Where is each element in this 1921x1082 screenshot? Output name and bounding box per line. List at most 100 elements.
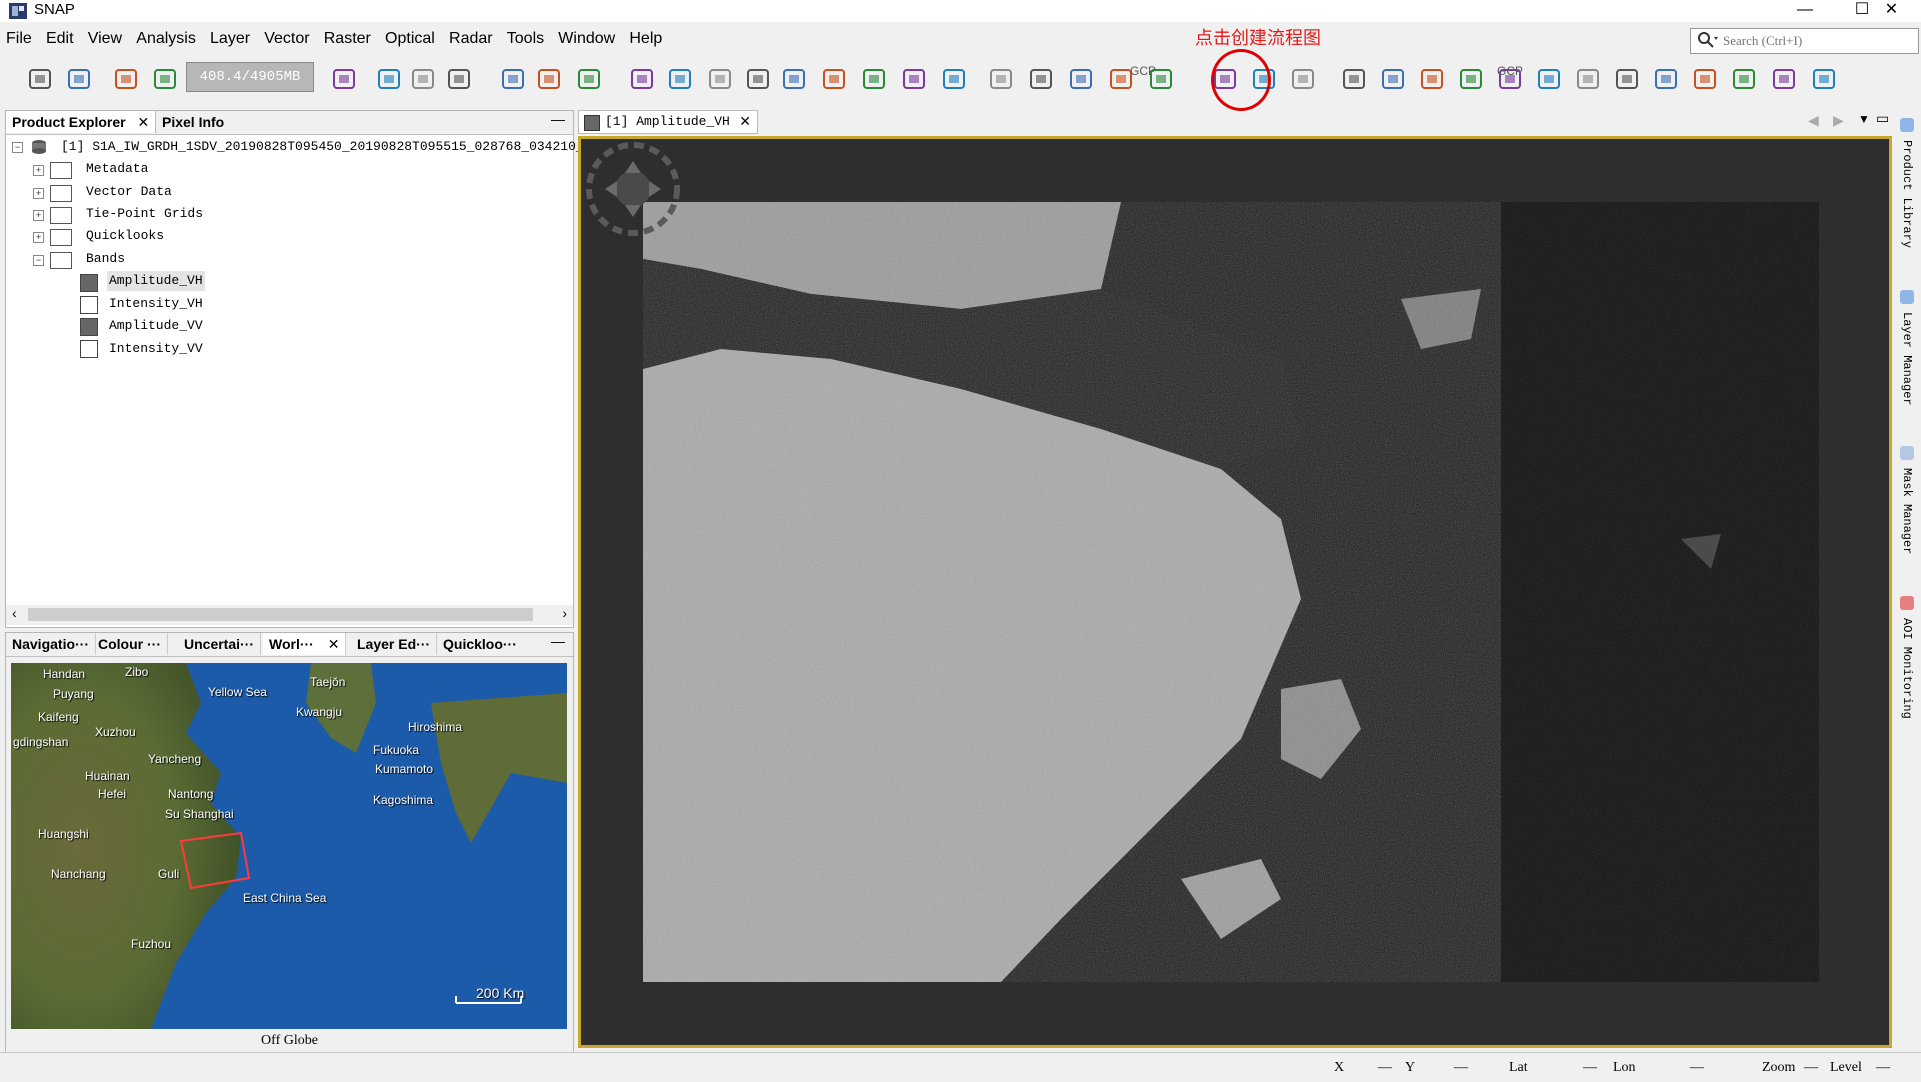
search-box[interactable] bbox=[1690, 28, 1919, 54]
map-place-label: Taejŏn bbox=[310, 675, 346, 689]
menu-radar[interactable]: Radar bbox=[449, 30, 493, 47]
menu-layer[interactable]: Layer bbox=[210, 30, 250, 47]
scroll-right-icon[interactable]: ▶ bbox=[1833, 112, 1844, 129]
product-node[interactable]: [1] S1A_IW_GRDH_1SDV_20190828T095450_201… bbox=[61, 137, 592, 157]
scrollbar-thumb[interactable] bbox=[28, 608, 533, 621]
menu-view[interactable]: View bbox=[88, 30, 122, 47]
information-icon[interactable] bbox=[900, 66, 928, 92]
expand-icon[interactable]: + bbox=[33, 210, 44, 221]
import-icon[interactable] bbox=[375, 66, 403, 92]
tree-item-band[interactable]: Amplitude_VV bbox=[109, 316, 203, 336]
pin-manager-icon[interactable] bbox=[1067, 66, 1095, 92]
close-icon[interactable]: ✕ bbox=[739, 113, 751, 130]
tab-layer-editor[interactable]: Layer Ed··· bbox=[351, 633, 438, 655]
range-finder-icon[interactable] bbox=[628, 66, 656, 92]
band-maths-icon[interactable] bbox=[445, 66, 473, 92]
menu-optical[interactable]: Optical bbox=[385, 30, 435, 47]
ellipse-tool-icon[interactable] bbox=[1691, 66, 1719, 92]
side-tab-layer-manager[interactable]: Layer Manager bbox=[1900, 312, 1914, 406]
tree-item-metadata[interactable]: Metadata bbox=[86, 159, 148, 179]
tree-item-vector-data[interactable]: Vector Data bbox=[86, 182, 172, 202]
tree-item-tie-point-grids[interactable]: Tie-Point Grids bbox=[86, 204, 203, 224]
zoom-tool-icon[interactable] bbox=[1418, 66, 1446, 92]
export-icon[interactable] bbox=[409, 66, 437, 92]
mosaic-icon[interactable] bbox=[987, 66, 1015, 92]
magic-wand-icon[interactable] bbox=[1730, 66, 1758, 92]
tab-pixel-info[interactable]: Pixel Info bbox=[156, 111, 230, 133]
product-library-icon[interactable] bbox=[1289, 66, 1317, 92]
scroll-left-icon[interactable]: ‹ bbox=[12, 605, 17, 621]
pan-tool-icon[interactable] bbox=[1379, 66, 1407, 92]
collapse-icon[interactable]: − bbox=[12, 142, 23, 153]
redo-icon[interactable] bbox=[151, 66, 179, 92]
tree-item-band[interactable]: Intensity_VV bbox=[109, 339, 203, 359]
tree-item-quicklooks[interactable]: Quicklooks bbox=[86, 226, 164, 246]
close-icon[interactable]: ✕ bbox=[137, 114, 149, 130]
expand-icon[interactable]: + bbox=[33, 165, 44, 176]
tree-item-band[interactable]: Intensity_VH bbox=[109, 294, 203, 314]
line-tool-icon[interactable] bbox=[1535, 66, 1563, 92]
horizontal-scrollbar[interactable]: ‹ › bbox=[6, 605, 573, 625]
menu-window[interactable]: Window bbox=[558, 30, 615, 47]
image-view[interactable] bbox=[578, 136, 1892, 1048]
tab-quicklooks[interactable]: Quickloo··· bbox=[437, 633, 523, 655]
view-menu-icon[interactable]: ▼ bbox=[1858, 112, 1870, 126]
scroll-right-icon[interactable]: › bbox=[562, 605, 567, 621]
collapse-icon[interactable]: − bbox=[33, 255, 44, 266]
range-tool-icon[interactable] bbox=[1770, 66, 1798, 92]
menu-edit[interactable]: Edit bbox=[46, 30, 74, 47]
rgb-icon[interactable] bbox=[499, 66, 527, 92]
layer-icon[interactable] bbox=[535, 66, 563, 92]
tree-item-bands[interactable]: Bands bbox=[86, 249, 125, 269]
side-tab-mask-manager[interactable]: Mask Manager bbox=[1900, 468, 1914, 554]
scatter-plot-icon[interactable] bbox=[820, 66, 848, 92]
select-tool-icon[interactable] bbox=[1340, 66, 1368, 92]
polygon-tool-icon[interactable] bbox=[1652, 66, 1680, 92]
tab-amplitude-vh[interactable]: [1] Amplitude_VH ✕ bbox=[578, 110, 758, 134]
graticule-icon[interactable] bbox=[1027, 66, 1055, 92]
tab-product-explorer[interactable]: Product Explorer ✕ bbox=[6, 111, 157, 133]
more-icon[interactable] bbox=[1810, 66, 1838, 92]
maximize-view-icon[interactable]: ▭ bbox=[1876, 110, 1889, 127]
tab-colour[interactable]: Colour ··· bbox=[92, 633, 168, 655]
menu-vector[interactable]: Vector bbox=[264, 30, 309, 47]
expand-icon[interactable]: + bbox=[33, 188, 44, 199]
tab-uncertainty[interactable]: Uncertai··· bbox=[178, 633, 262, 655]
minimize-panel-icon[interactable]: — bbox=[551, 111, 565, 127]
undo-icon[interactable] bbox=[112, 66, 140, 92]
tab-navigation[interactable]: Navigatio··· bbox=[6, 633, 96, 655]
expand-icon[interactable]: + bbox=[33, 232, 44, 243]
spectrum-icon[interactable] bbox=[706, 66, 734, 92]
search-input[interactable] bbox=[1721, 31, 1915, 51]
tree-item-band[interactable]: Amplitude_VH bbox=[107, 271, 205, 291]
pin-tool-icon[interactable] bbox=[1457, 66, 1485, 92]
save-product-icon[interactable] bbox=[65, 66, 93, 92]
open-product-icon[interactable] bbox=[26, 66, 54, 92]
statistics-icon[interactable] bbox=[860, 66, 888, 92]
world-map[interactable]: Handan Zibo Taejŏn Yellow Sea Puyang Kwangju K… bbox=[11, 663, 567, 1029]
menu-tools[interactable]: Tools bbox=[507, 30, 544, 47]
memory-indicator[interactable]: 408.4/4905MB bbox=[186, 62, 314, 92]
side-tab-product-library[interactable]: Product Library bbox=[1900, 140, 1914, 248]
close-icon[interactable]: ✕ bbox=[328, 636, 340, 652]
minimize-button[interactable]: — bbox=[1776, 0, 1834, 22]
geo-coding-icon[interactable] bbox=[940, 66, 968, 92]
pixel-info-icon[interactable] bbox=[666, 66, 694, 92]
menu-help[interactable]: Help bbox=[629, 30, 662, 47]
close-button[interactable]: ✕ bbox=[1862, 0, 1921, 22]
menu-analysis[interactable]: Analysis bbox=[136, 30, 196, 47]
menu-file[interactable]: File bbox=[6, 30, 32, 47]
side-tab-aoi-monitoring[interactable]: AOI Monitoring bbox=[1900, 618, 1914, 719]
histogram-icon[interactable] bbox=[780, 66, 808, 92]
rectangle-tool-icon[interactable] bbox=[1613, 66, 1641, 92]
world-view-icon[interactable] bbox=[330, 66, 358, 92]
product-icon bbox=[30, 139, 48, 159]
tab-world-view[interactable]: Worl··· ✕ bbox=[263, 633, 347, 655]
menu-raster[interactable]: Raster bbox=[324, 30, 371, 47]
profile-plot-icon[interactable] bbox=[744, 66, 772, 92]
minimize-panel-icon[interactable]: — bbox=[551, 633, 565, 649]
mask-manager-icon bbox=[1900, 446, 1914, 460]
scroll-left-icon[interactable]: ◀ bbox=[1808, 112, 1819, 129]
polyline-tool-icon[interactable] bbox=[1574, 66, 1602, 92]
zoom-all-icon[interactable] bbox=[575, 66, 603, 92]
